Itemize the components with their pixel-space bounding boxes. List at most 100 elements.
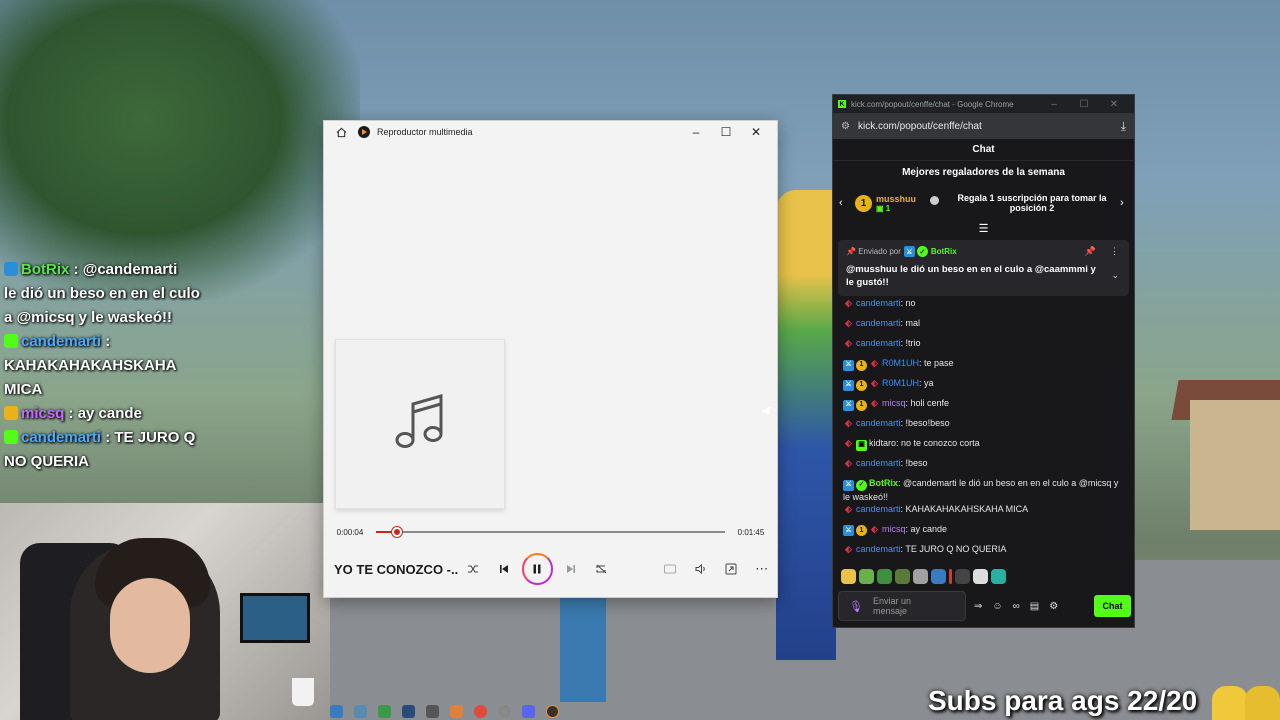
chrome-taskbar-icon[interactable] — [474, 704, 487, 718]
seek-bar[interactable] — [376, 527, 725, 537]
emote-icon[interactable] — [991, 569, 1006, 584]
mod-badge-icon: ⚔ — [843, 359, 854, 371]
taskbar-app-icon[interactable] — [330, 704, 343, 718]
taskbar-app-icon[interactable] — [378, 704, 391, 718]
taskbar-app-icon[interactable] — [402, 704, 415, 718]
pinned-author[interactable]: BotRix — [931, 247, 957, 256]
home-icon[interactable] — [334, 125, 348, 139]
close-button[interactable]: ✕ — [741, 121, 771, 143]
translate-icon[interactable]: ⇒ — [974, 601, 982, 612]
taskbar-app-icon[interactable] — [354, 704, 367, 718]
chrome-close-button[interactable]: ✕ — [1099, 99, 1129, 110]
pinned-sent-by: Enviado por — [858, 247, 901, 256]
settings-gear-icon[interactable]: ⚙ — [1049, 601, 1058, 612]
chat-username[interactable]: kidtaro — [869, 438, 896, 448]
gift-subscription-cta[interactable]: Regala 1 suscripción para tomar la posic… — [930, 193, 1120, 213]
emote-icon[interactable] — [859, 569, 874, 584]
overlay-chat-line: a @micsq y le waskeó!! — [0, 306, 330, 330]
emote-icon[interactable] — [895, 569, 910, 584]
top-gifter[interactable]: 1 musshuu ▣ 1 — [855, 194, 916, 213]
verified-badge-icon: ✓ — [916, 246, 928, 257]
repeat-icon[interactable] — [586, 553, 617, 585]
emote-icon[interactable] — [931, 569, 946, 584]
collapse-icon[interactable]: ☰ — [833, 222, 1134, 235]
emote-icon[interactable] — [949, 569, 952, 584]
chevron-left-icon[interactable]: ‹ — [839, 197, 851, 209]
media-player-taskbar-icon[interactable] — [546, 704, 559, 718]
chat-username[interactable]: candemarti — [856, 458, 901, 468]
emoji-icon[interactable]: ☺ — [992, 601, 1002, 612]
emote-icon[interactable] — [955, 569, 970, 584]
taskbar-app-icon[interactable] — [498, 704, 511, 718]
overlay-chat-text: a @micsq y le waskeó!! — [4, 309, 173, 326]
overlay-badge-icon — [4, 406, 18, 420]
more-options-icon[interactable]: ⋯ — [746, 553, 777, 585]
chevron-down-icon[interactable]: ⌄ — [1111, 270, 1119, 281]
overlay-chat-text: le dió un beso en en el culo — [4, 285, 200, 302]
chat-username[interactable]: candemarti — [856, 298, 901, 308]
chat-username[interactable]: micsq — [882, 398, 906, 408]
send-chat-button[interactable]: Chat — [1094, 595, 1131, 617]
pepper-badge-icon: ⬖ — [845, 438, 852, 448]
chevron-right-icon[interactable]: › — [1120, 197, 1132, 209]
microphone-icon[interactable]: 🎙 — [849, 600, 863, 613]
overlay-chat-line: micsq : ay cande — [0, 402, 330, 426]
minimize-button[interactable]: – — [681, 121, 711, 143]
chrome-minimize-button[interactable]: – — [1039, 99, 1069, 110]
captions-icon[interactable] — [655, 553, 686, 585]
store-icon[interactable]: ▤ — [1030, 601, 1039, 612]
song-title: YO TE CONOZCO -... — [334, 561, 458, 577]
chat-message-text: KAHAKAHAKAHSKAHA MICA — [905, 503, 1029, 514]
chat-message-content: ⚔ 1 ⬖ micsq: holi cenfe — [843, 397, 949, 411]
chrome-chat-popout: K kick.com/popout/cenffe/chat - Google C… — [832, 94, 1135, 628]
address-bar[interactable]: ⚙ kick.com/popout/cenffe/chat ⤓ — [833, 113, 1134, 139]
chat-username[interactable]: micsq — [882, 524, 906, 534]
emote-icon[interactable] — [973, 569, 988, 584]
chat-username[interactable]: candemarti — [856, 338, 901, 348]
chat-username[interactable]: candemarti — [856, 504, 901, 514]
chat-message-content: ⬖ candemarti: !trio — [843, 337, 921, 349]
chat-message-text: no — [905, 298, 916, 308]
chat-username[interactable]: R0M1UH — [882, 378, 919, 388]
taskbar-app-icon[interactable] — [450, 704, 463, 718]
overlay-chat-line: candemarti : TE JURO Q — [0, 426, 330, 450]
pinned-more-icon[interactable]: ⋮ — [1110, 246, 1119, 257]
site-info-icon[interactable]: ⚙ — [841, 121, 853, 132]
chat-message-content: ⬖ candemarti: !beso!beso — [843, 417, 950, 429]
chat-username[interactable]: R0M1UH — [882, 358, 919, 368]
pepper-badge-icon: ⬖ — [871, 398, 878, 408]
discord-taskbar-icon[interactable] — [522, 704, 535, 718]
kicks-icon[interactable]: ∞ — [1013, 601, 1020, 612]
chat-message: ⬖ candemarti: no — [843, 297, 1124, 317]
taskbar-app-icon[interactable] — [426, 704, 439, 718]
chat-message-text: !beso — [905, 458, 928, 468]
emote-icon[interactable] — [841, 569, 856, 584]
next-icon[interactable] — [556, 553, 587, 585]
emote-icon[interactable] — [877, 569, 892, 584]
chat-message-text: ay cande — [910, 523, 948, 534]
chat-input[interactable]: 🎙 Enviar un mensaje — [838, 591, 966, 621]
mod-badge-icon: ⚔ — [843, 399, 854, 411]
gifter-badge-icon: ▣ — [856, 439, 867, 451]
seek-bar-thumb[interactable] — [391, 527, 402, 537]
url-text[interactable]: kick.com/popout/cenffe/chat — [858, 121, 982, 132]
chrome-maximize-button[interactable]: ☐ — [1069, 99, 1099, 110]
pepper-badge-icon: ⬖ — [871, 523, 878, 534]
previous-icon[interactable] — [489, 553, 520, 585]
chat-username[interactable]: candemarti — [856, 544, 901, 554]
unpin-icon[interactable]: 📌 — [1085, 246, 1096, 257]
overlay-chat-separator: : — [69, 261, 83, 278]
chat-username[interactable]: candemarti — [856, 418, 901, 428]
shuffle-icon[interactable] — [458, 553, 489, 585]
chat-username[interactable]: candemarti — [856, 318, 901, 328]
pause-button[interactable] — [522, 553, 553, 585]
overlay-chat-username: candemarti — [21, 333, 102, 350]
chat-username[interactable]: BotRix — [869, 478, 898, 488]
download-icon[interactable]: ⤓ — [1121, 119, 1126, 134]
gifter-rank-badge: 1 — [855, 194, 872, 212]
mini-player-icon[interactable] — [716, 553, 747, 585]
overlay-chat-separator: : — [64, 405, 78, 422]
maximize-button[interactable]: ☐ — [711, 121, 741, 143]
emote-icon[interactable] — [913, 569, 928, 584]
volume-icon[interactable] — [685, 553, 716, 585]
